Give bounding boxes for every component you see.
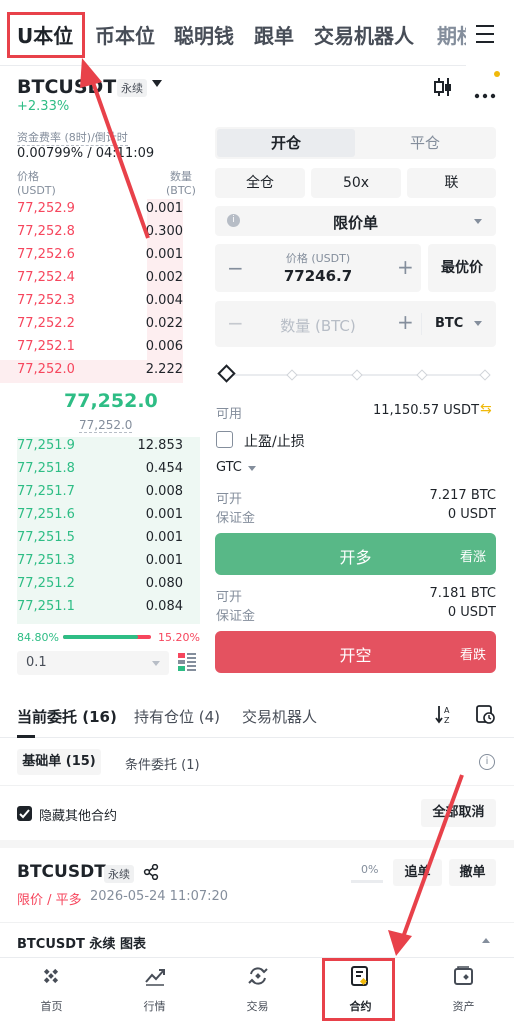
arrow-head-icon [388,930,412,956]
arrow-to-tab [88,73,150,239]
annotation-arrows [80,58,464,956]
arrow-head-icon [80,58,102,88]
arrow-to-futures [400,774,464,941]
